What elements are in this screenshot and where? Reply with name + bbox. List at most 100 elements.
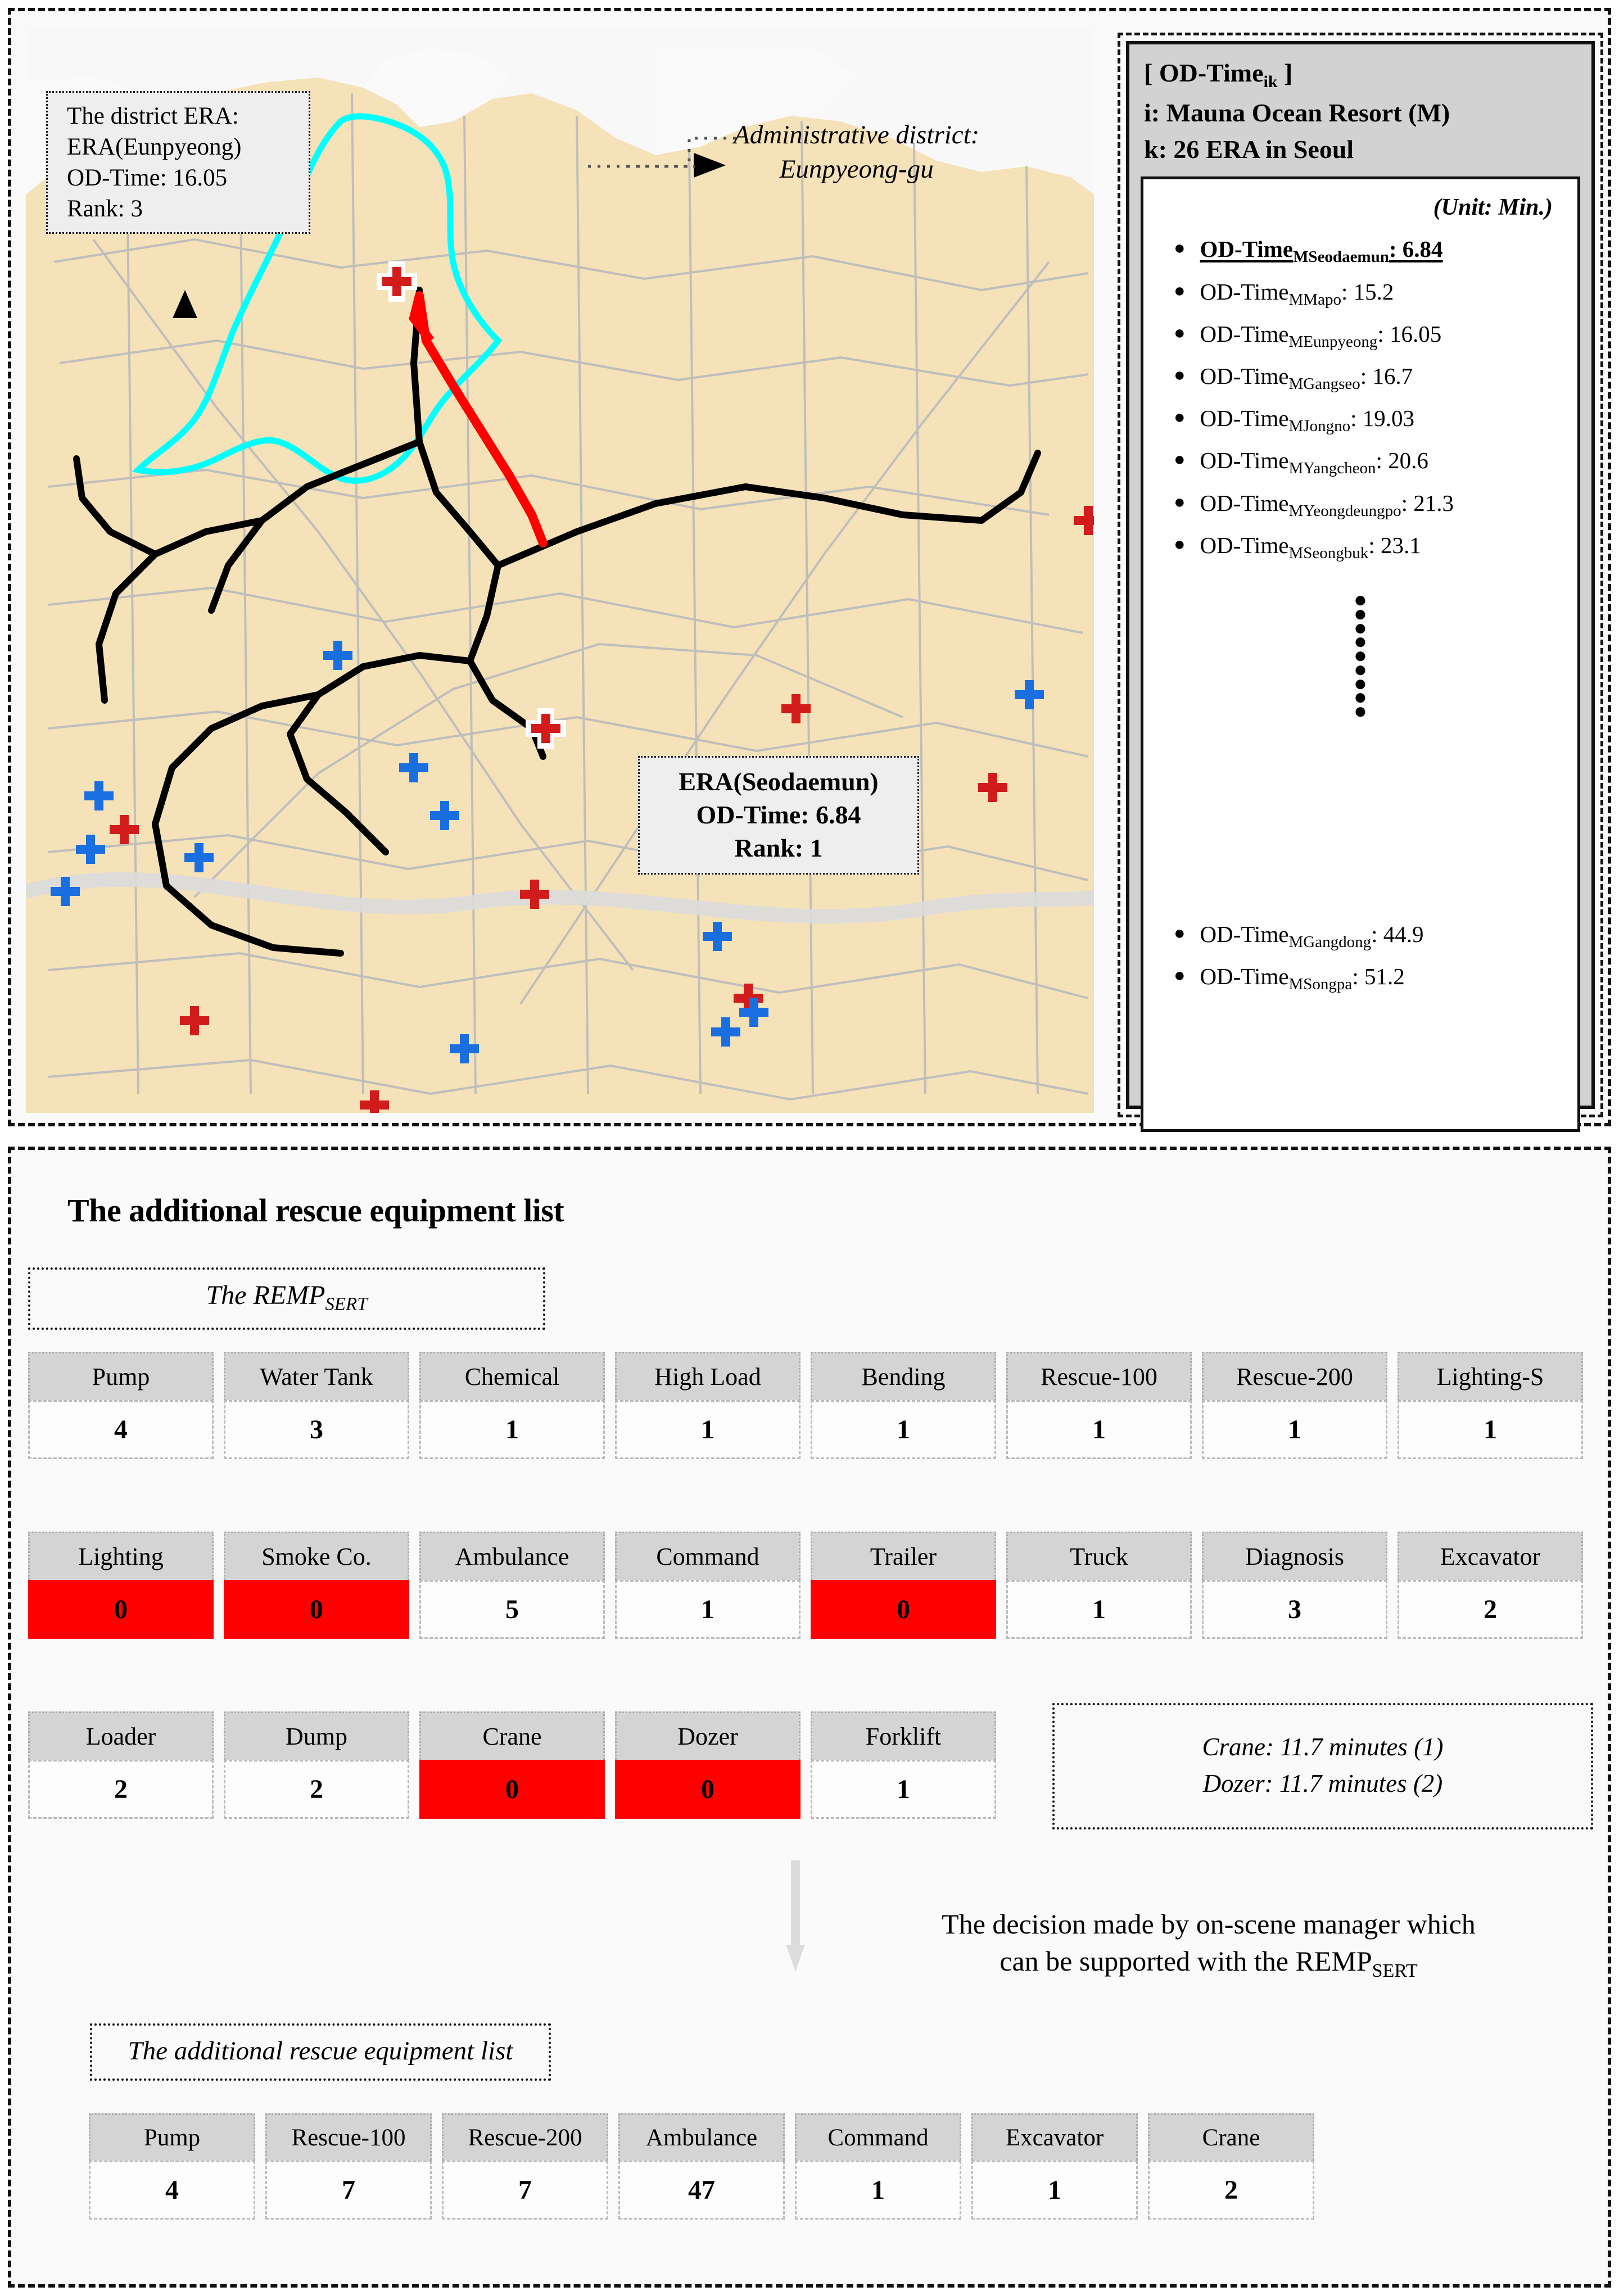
equipment-name: Water Tank [224, 1352, 409, 1400]
equipment-name: Ambulance [419, 1532, 605, 1580]
bullet-icon: ● [1174, 491, 1186, 513]
equipment-cell[interactable]: Ambulance 5 [419, 1532, 605, 1639]
ellipsis-dot-icon: ● [1353, 698, 1368, 724]
callout-seodaemun-line2: OD-Time: 6.84 [696, 800, 861, 829]
bullet-icon: ● [1174, 923, 1186, 944]
bottom-panel-title: The additional rescue equipment list [67, 1192, 564, 1229]
equipment-name: Truck [1006, 1532, 1192, 1580]
od-time-list-item: ● OD-TimeMSongpa: 51.2 [1154, 965, 1567, 1007]
equipment-count: 1 [971, 2161, 1138, 2220]
od-header-subscript: ik [1263, 73, 1278, 92]
equipment-cell[interactable]: Ambulance 47 [618, 2113, 785, 2220]
equipment-cell[interactable]: Excavator 2 [1398, 1532, 1583, 1639]
equipment-cell[interactable]: Forklift 1 [811, 1711, 996, 1819]
equipment-cell[interactable]: Dump 2 [224, 1711, 409, 1819]
equipment-cell[interactable]: Trailer 0 [811, 1532, 996, 1639]
equipment-cell[interactable]: Diagnosis 3 [1202, 1532, 1387, 1639]
callout-district-line3: OD-Time: 16.05 [67, 165, 228, 192]
equipment-cell[interactable]: Truck 1 [1006, 1532, 1192, 1639]
remp-label-text: The REMP [206, 1280, 325, 1310]
equipment-cell[interactable]: Dozer 0 [615, 1711, 801, 1819]
od-time-list-item: ● OD-TimeMJongno: 19.03 [1154, 407, 1567, 449]
equipment-count: 2 [1148, 2161, 1314, 2220]
equipment-cell[interactable]: Rescue-200 7 [442, 2113, 608, 2220]
od-time-item-subscript: MGangdong [1288, 933, 1372, 952]
bullet-icon: ● [1174, 533, 1186, 555]
od-time-panel-header: [ OD-Timeik ] i: Mauna Ocean Resort (M) … [1141, 52, 1580, 176]
equipment-cell[interactable]: Water Tank 3 [224, 1352, 409, 1459]
od-header-line1: [ OD-Timeik ] [1144, 58, 1293, 92]
od-time-list-container: (Unit: Min.) ● OD-TimeMSeodaemun: 6.84 ● OD… [1141, 176, 1580, 1133]
equipment-cell[interactable]: Pump 4 [28, 1352, 214, 1459]
equipment-name: Rescue-200 [442, 2113, 608, 2161]
admin-label-line2: Eunpyeong-gu [779, 155, 934, 184]
od-time-list-item-text: OD-TimeMSeongbuk: 23.1 [1200, 532, 1421, 562]
equipment-count: 3 [224, 1400, 409, 1459]
callout-seodaemun-era: ERA(Seodaemun) OD-Time: 6.84 Rank: 1 [638, 756, 919, 875]
equipment-row-2: Lighting 0 Smoke Co. 0 Ambulance 5 Command 1 Tra… [28, 1532, 1583, 1639]
equipment-cell[interactable]: Rescue-100 1 [1006, 1352, 1192, 1459]
equipment-name: Excavator [1398, 1532, 1583, 1580]
equipment-name: Forklift [811, 1711, 996, 1760]
od-time-list-item-text: OD-TimeMGangdong: 44.9 [1200, 921, 1424, 952]
od-time-tail-list: ● OD-TimeMGangdong: 44.9 ● OD-TimeMSongpa: … [1154, 743, 1567, 1007]
equipment-cell[interactable]: Smoke Co. 0 [224, 1532, 409, 1639]
bullet-icon: ● [1174, 364, 1186, 386]
equipment-name: Dump [224, 1711, 409, 1760]
final-equipment-list-label: The additional rescue equipment list [90, 2023, 551, 2081]
equipment-cell[interactable]: Pump 4 [89, 2113, 255, 2220]
equipment-cell[interactable]: Excavator 1 [971, 2113, 1138, 2220]
od-time-list-item-text: OD-TimeMYeongdeungpo: 21.3 [1200, 490, 1454, 520]
down-arrow-icon [786, 1860, 805, 1972]
equipment-cell[interactable]: Crane 2 [1148, 2113, 1314, 2220]
equipment-count: 47 [618, 2161, 785, 2220]
od-time-item-subscript: MSeodaemun [1293, 248, 1389, 266]
equipment-cell[interactable]: High Load 1 [615, 1352, 801, 1459]
equipment-count: 0 [224, 1580, 409, 1639]
equipment-name: Ambulance [618, 2113, 785, 2161]
equipment-name: High Load [615, 1352, 801, 1400]
bullet-icon: ● [1174, 965, 1186, 986]
equipment-count: 4 [89, 2161, 255, 2220]
equipment-cell[interactable]: Bending 1 [811, 1352, 996, 1459]
equipment-count: 0 [811, 1580, 996, 1639]
od-time-list-item-text: OD-TimeMGangseo: 16.7 [1200, 363, 1413, 393]
equipment-name: Diagnosis [1202, 1532, 1387, 1580]
equipment-cell[interactable]: Rescue-200 1 [1202, 1352, 1387, 1459]
od-time-item-subscript: MYangcheon [1288, 459, 1376, 478]
od-time-unit-label: (Unit: Min.) [1433, 194, 1553, 221]
administrative-district-label: Administrative district: Eunpyeong-gu [734, 118, 979, 187]
bullet-icon: ● [1174, 407, 1186, 428]
od-time-list-item: ● OD-TimeMGangseo: 16.7 [1154, 363, 1567, 407]
decision-description: The decision made by on-scene manager wh… [826, 1905, 1591, 1984]
equipment-cell[interactable]: Lighting-S 1 [1398, 1352, 1583, 1459]
equipment-count: 0 [28, 1580, 214, 1639]
equipment-cell[interactable]: Loader 2 [28, 1711, 214, 1819]
equipment-count: 7 [442, 2161, 608, 2220]
equipment-count: 1 [795, 2161, 961, 2220]
equipment-count: 1 [1006, 1400, 1192, 1459]
equipment-name: Bending [811, 1352, 996, 1400]
equipment-cell[interactable]: Rescue-100 7 [265, 2113, 432, 2220]
equipment-count: 1 [1202, 1400, 1387, 1459]
equipment-count: 5 [419, 1580, 605, 1639]
equipment-cell[interactable]: Command 1 [615, 1532, 801, 1639]
equipment-row-3: Loader 2 Dump 2 Crane 0 Dozer 0 Forklift 1 [28, 1711, 996, 1819]
equipment-name: Loader [28, 1711, 214, 1760]
od-header-line3: k: 26 ERA in Seoul [1144, 135, 1354, 164]
od-time-list-item: ● OD-TimeMEunpyeong: 16.05 [1154, 322, 1567, 365]
equipment-name: Pump [28, 1352, 214, 1400]
equipment-cell[interactable]: Command 1 [795, 2113, 961, 2220]
od-time-list-item-text: OD-TimeMSeodaemun: 6.84 [1200, 236, 1443, 266]
equipment-cell[interactable]: Lighting 0 [28, 1532, 214, 1639]
equipment-cell[interactable]: Crane 0 [419, 1711, 605, 1819]
od-time-list-item: ● OD-TimeMSeodaemun: 6.84 [1154, 238, 1567, 280]
crane-note-line1: Crane: 11.7 minutes (1) [1202, 1733, 1444, 1761]
remp-label-subscript: SERT [325, 1294, 368, 1315]
equipment-name: Smoke Co. [224, 1532, 409, 1580]
od-time-list-item-text: OD-TimeMSongpa: 51.2 [1200, 963, 1405, 994]
admin-label-line1: Administrative district: [734, 120, 980, 150]
equipment-cell[interactable]: Chemical 1 [419, 1352, 605, 1459]
remp-sert-label: The REMPSERT [28, 1267, 545, 1330]
od-time-item-subscript: MSongpa [1288, 975, 1353, 994]
